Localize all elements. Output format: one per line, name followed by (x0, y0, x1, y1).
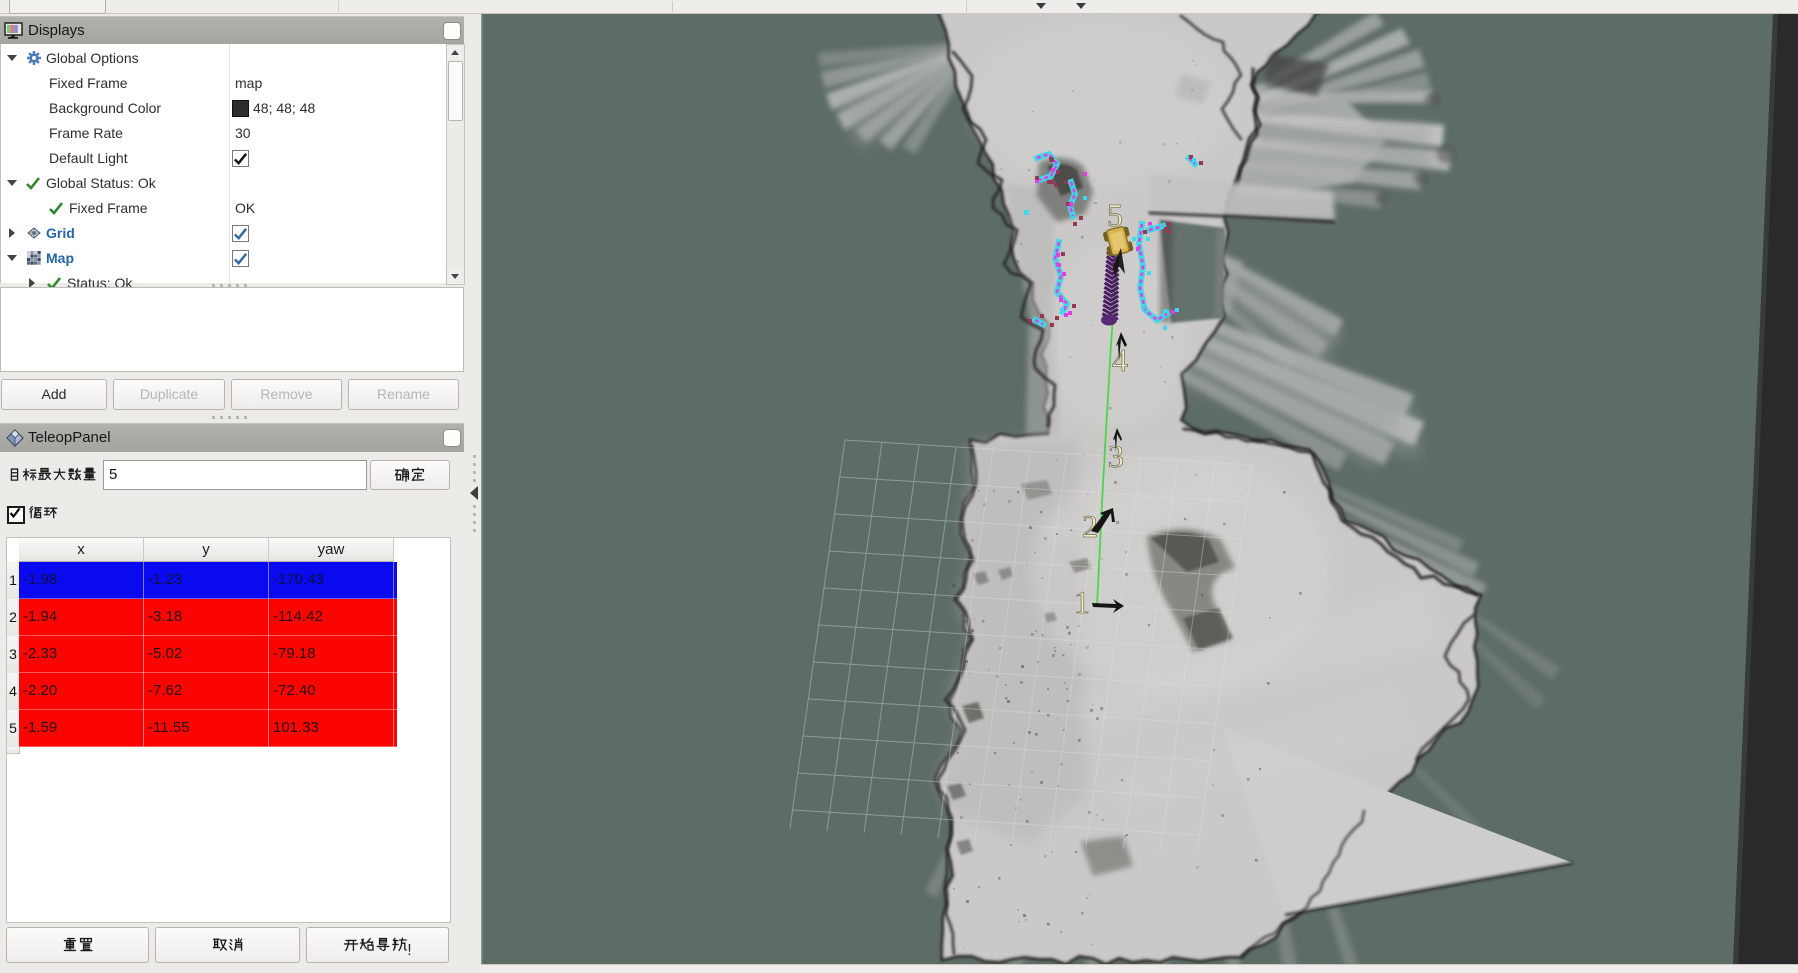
svg-text:5: 5 (1107, 197, 1123, 233)
svg-text:1: 1 (1074, 584, 1090, 620)
